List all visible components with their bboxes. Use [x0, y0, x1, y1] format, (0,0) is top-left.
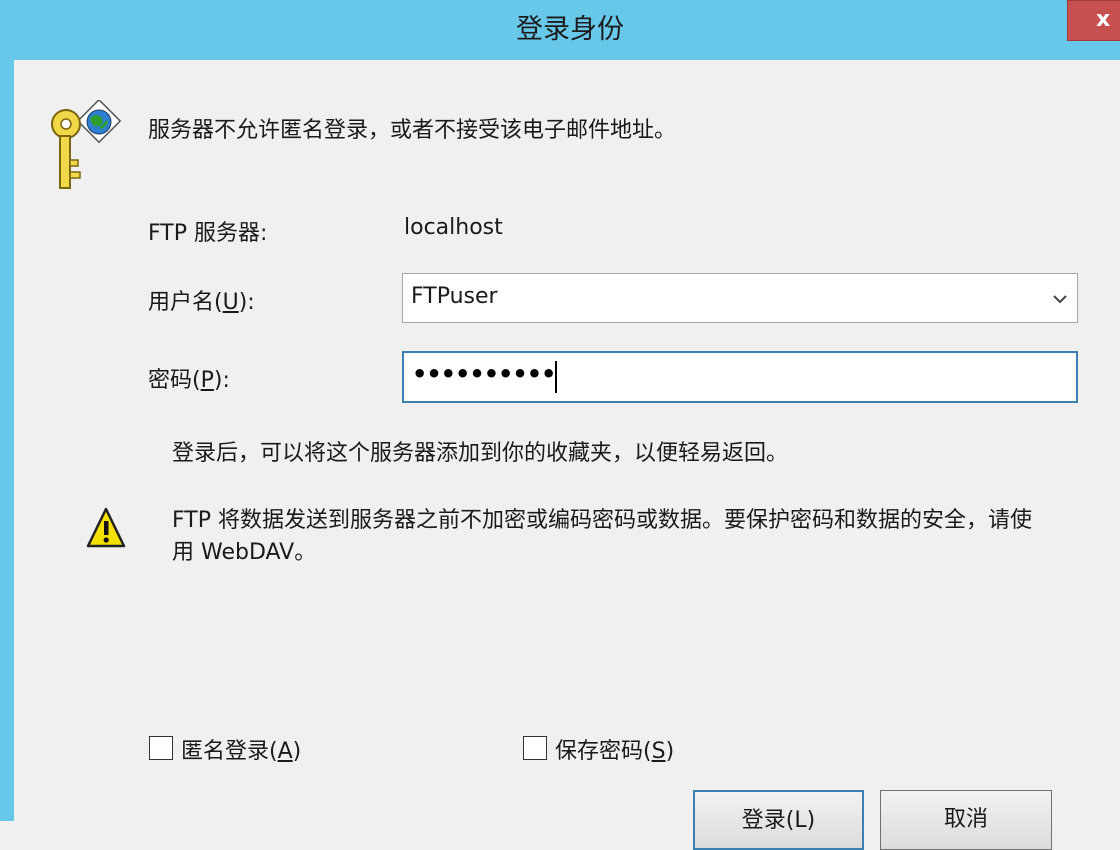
- security-warning-line1: FTP 将数据发送到服务器之前不加密或编码密码或数据。要保护密码和数据的安全，请…: [172, 508, 1032, 533]
- save-password-label[interactable]: 保存密码(S): [555, 733, 674, 765]
- anonymous-login-label[interactable]: 匿名登录(A): [181, 733, 301, 765]
- login-button[interactable]: 登录(L): [693, 790, 864, 850]
- close-icon: x: [1096, 7, 1111, 32]
- error-message: 服务器不允许匿名登录，或者不接受该电子邮件地址。: [148, 118, 677, 143]
- username-label: 用户名(U):: [148, 290, 255, 315]
- ftp-server-label: FTP 服务器:: [148, 221, 268, 246]
- ftp-server-value: localhost: [404, 215, 503, 240]
- warning-icon: [86, 507, 126, 548]
- window-frame-left: [0, 60, 14, 821]
- password-masked-value: ••••••••••: [412, 360, 556, 388]
- text-caret: [555, 361, 557, 393]
- username-combobox[interactable]: FTPuser: [402, 273, 1078, 323]
- close-button[interactable]: x: [1067, 0, 1120, 41]
- security-warning: FTP 将数据发送到服务器之前不加密或编码密码或数据。要保护密码和数据的安全，请…: [172, 505, 1112, 569]
- window-title: 登录身份: [516, 14, 624, 45]
- cancel-button[interactable]: 取消: [880, 790, 1052, 850]
- chevron-down-icon[interactable]: [1049, 288, 1071, 310]
- security-warning-line2: 用 WebDAV。: [172, 540, 317, 565]
- anonymous-login-checkbox[interactable]: [149, 736, 173, 760]
- save-password-checkbox[interactable]: [523, 736, 547, 760]
- password-label: 密码(P):: [148, 368, 230, 393]
- username-value: FTPuser: [411, 284, 498, 309]
- key-globe-icon: [51, 100, 122, 189]
- title-bar: 登录身份: [0, 0, 1120, 61]
- favorites-note: 登录后，可以将这个服务器添加到你的收藏夹，以便轻易返回。: [172, 441, 789, 466]
- password-input[interactable]: ••••••••••: [402, 351, 1078, 403]
